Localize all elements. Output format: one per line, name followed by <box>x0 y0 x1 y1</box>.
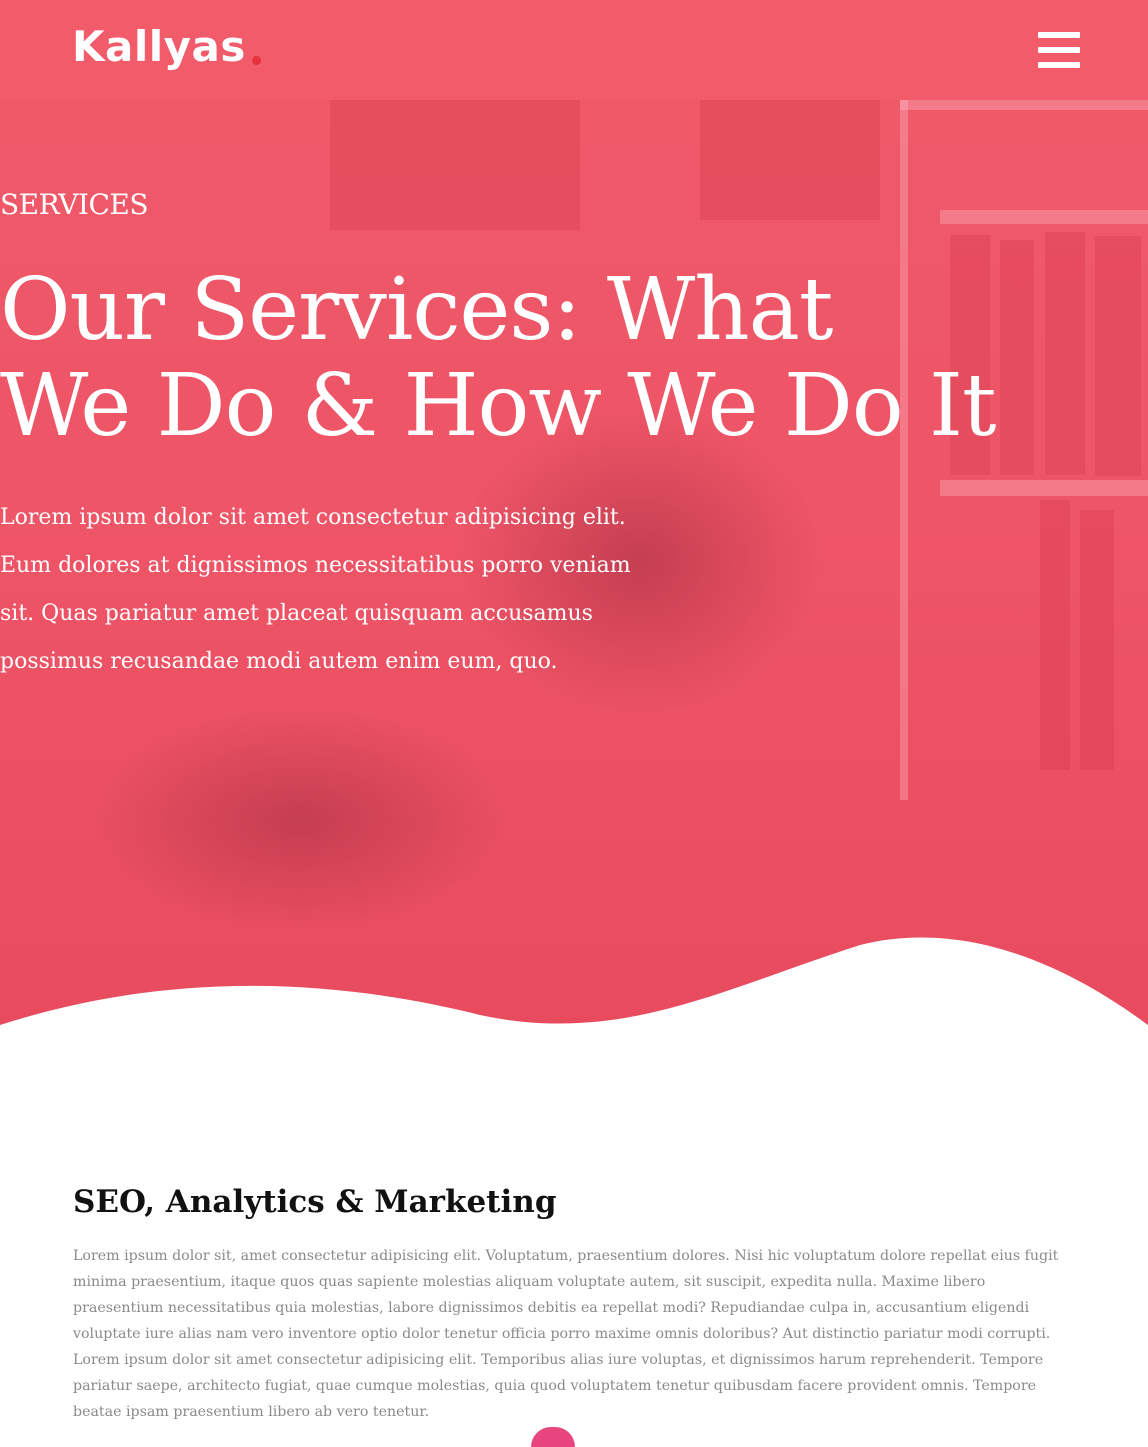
hamburger-menu-icon[interactable] <box>1038 30 1080 70</box>
hero-section: SERVICES Our Services: What We Do & How W… <box>0 0 1148 1030</box>
hero-title: Our Services: What We Do & How We Do It <box>0 262 1100 454</box>
book-decoration <box>1040 500 1070 770</box>
book-decoration <box>1095 236 1141 476</box>
bookshelf-decoration <box>900 100 1148 110</box>
hero-eyebrow: SERVICES <box>0 188 149 221</box>
icon-badge <box>531 1427 575 1447</box>
menu-bar <box>1038 47 1080 53</box>
book-decoration <box>330 100 580 230</box>
menu-bar <box>1038 32 1080 38</box>
brand-logo-dot <box>252 56 261 65</box>
section-title: SEO, Analytics & Marketing <box>73 1184 557 1220</box>
section-body: Lorem ipsum dolor sit, amet consectetur … <box>73 1248 1059 1420</box>
hero-lead: Lorem ipsum dolor sit amet consectetur a… <box>0 505 631 674</box>
book-decoration <box>1080 510 1114 770</box>
hero-title-line2: We Do & How We Do It <box>0 356 996 456</box>
bookshelf-decoration <box>940 210 1148 224</box>
hero-wave-divider <box>0 937 1148 1030</box>
hero-title-line1: Our Services: What <box>0 260 833 360</box>
brand-logo[interactable]: Kallyas <box>72 22 246 71</box>
bookshelf-decoration <box>940 480 1148 496</box>
menu-bar <box>1038 62 1080 68</box>
book-decoration <box>700 100 880 220</box>
top-navbar: Kallyas <box>0 0 1148 100</box>
